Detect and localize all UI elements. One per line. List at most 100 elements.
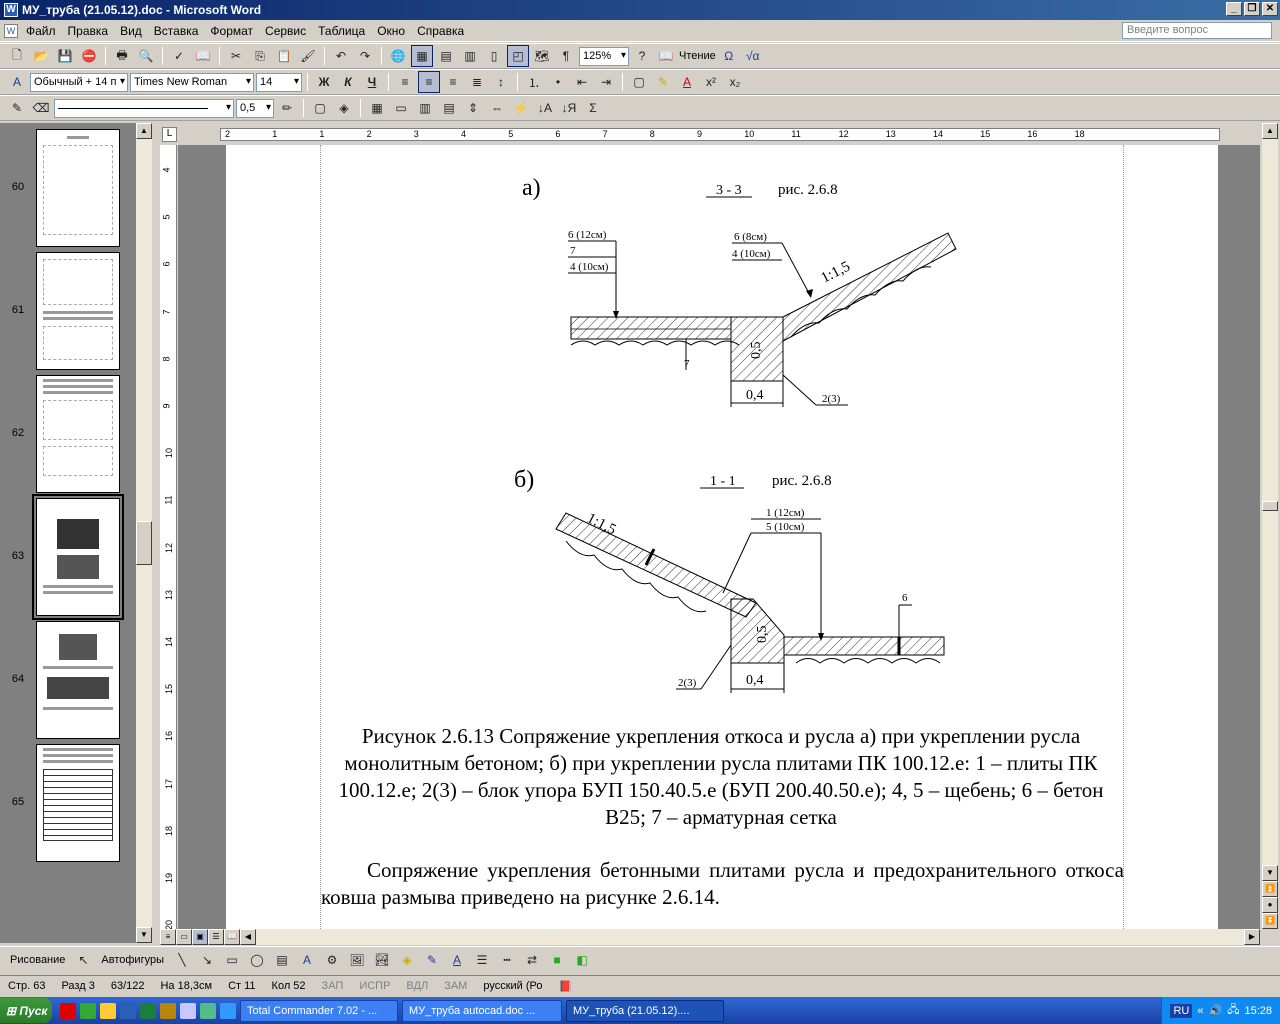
browse-object-icon[interactable]: ● xyxy=(1262,897,1278,913)
line-style-select[interactable] xyxy=(54,98,234,118)
app-green-icon[interactable] xyxy=(80,1002,96,1019)
autoformat-icon[interactable]: ⚡ xyxy=(510,97,532,119)
status-overtype[interactable]: ЗАМ xyxy=(436,980,475,992)
close-button[interactable]: ✕ xyxy=(1262,2,1278,16)
normal-view-icon[interactable]: ≡ xyxy=(160,929,176,945)
document-map-icon[interactable]: 🗺 xyxy=(531,45,553,67)
save-icon[interactable]: 💾 xyxy=(54,45,76,67)
align-cell-icon[interactable]: ▤ xyxy=(438,97,460,119)
line-width-select[interactable]: 0,5 xyxy=(236,98,274,118)
menu-file[interactable]: Файл xyxy=(20,24,62,38)
line-icon[interactable]: ╲ xyxy=(171,949,193,971)
spelling-icon[interactable]: ✓ xyxy=(168,45,190,67)
menu-insert[interactable]: Вставка xyxy=(148,24,205,38)
task-total-commander[interactable]: Total Commander 7.02 - ... xyxy=(240,999,398,1022)
folder-icon[interactable] xyxy=(100,1002,116,1019)
equation-icon[interactable]: √α xyxy=(742,45,764,67)
select-objects-icon[interactable]: ↖ xyxy=(72,949,94,971)
tables-borders-icon[interactable]: ▦ xyxy=(411,45,433,67)
next-page-icon[interactable]: ⏬ xyxy=(1262,913,1278,929)
page-thumbnail-selected[interactable] xyxy=(32,494,124,620)
italic-icon[interactable]: К xyxy=(337,71,359,93)
ask-question-input[interactable]: Введите вопрос xyxy=(1122,22,1272,39)
draw-table-icon[interactable]: ✎ xyxy=(6,97,28,119)
doc-scroll-up-icon[interactable]: ▲ xyxy=(1262,123,1278,139)
distribute-rows-icon[interactable]: ⇕ xyxy=(462,97,484,119)
notes-icon[interactable] xyxy=(200,1002,216,1019)
tray-network-icon[interactable]: 🖧 xyxy=(1227,1001,1239,1020)
keyboard-layout[interactable]: RU xyxy=(1170,1003,1193,1018)
line-style-icon[interactable]: ☰ xyxy=(471,949,493,971)
start-button[interactable]: ⊞ Пуск xyxy=(0,998,52,1023)
tray-app-icon[interactable]: 🔊 xyxy=(1209,1004,1223,1017)
subscript-icon[interactable]: x₂ xyxy=(724,71,746,93)
research-icon[interactable]: 📖 xyxy=(192,45,214,67)
read-icon[interactable]: 📖 xyxy=(655,45,677,67)
decrease-indent-icon[interactable]: ⇤ xyxy=(571,71,593,93)
page-thumbnail[interactable] xyxy=(36,375,120,493)
horizontal-ruler[interactable]: L 2 1 1 2 3 4 5 6 7 8 9 10 11 12 13 14 15 16 18 xyxy=(160,126,1260,143)
doc-scroll-down-icon[interactable]: ▼ xyxy=(1262,865,1278,881)
opera-icon[interactable] xyxy=(60,1002,76,1019)
copy-icon[interactable]: ⎘ xyxy=(249,45,271,67)
eraser-icon[interactable]: ⌫ xyxy=(30,97,52,119)
explorer-icon[interactable] xyxy=(220,1002,236,1019)
outside-border-icon[interactable]: ▢ xyxy=(309,97,331,119)
document-scrollbar[interactable]: ▲ ▼ ⏫ ● ⏬ xyxy=(1262,123,1278,929)
font-color-icon[interactable]: A xyxy=(676,71,698,93)
horizontal-scrollbar[interactable]: ≡ ▭ ▣ ☰ 📖 ◀ ▶ xyxy=(160,929,1260,945)
clipart-icon[interactable]: 🖼 xyxy=(346,949,368,971)
open-folder-icon[interactable]: 📂 xyxy=(30,45,52,67)
align-left-icon[interactable]: ≡ xyxy=(394,71,416,93)
undo-icon[interactable]: ↶ xyxy=(330,45,352,67)
columns-icon[interactable]: ▯ xyxy=(483,45,505,67)
print-preview-icon[interactable]: 🔍 xyxy=(135,45,157,67)
line-spacing-icon[interactable]: ↕ xyxy=(490,71,512,93)
bullets-icon[interactable]: • xyxy=(547,71,569,93)
spelling-status-icon[interactable]: 📕 xyxy=(551,980,581,993)
scroll-thumb[interactable] xyxy=(136,521,152,565)
scroll-left-icon[interactable]: ◀ xyxy=(240,929,256,945)
menu-edit[interactable]: Правка xyxy=(62,24,115,38)
page-thumbnail[interactable] xyxy=(36,252,120,370)
drawing-font-color-icon[interactable]: A xyxy=(446,949,468,971)
autoshapes-menu[interactable]: Автофигуры xyxy=(97,954,168,966)
scroll-right-icon[interactable]: ▶ xyxy=(1244,929,1260,945)
styles-icon[interactable]: A xyxy=(6,71,28,93)
drawing-icon[interactable]: ◰ xyxy=(507,45,529,67)
oval-icon[interactable]: ◯ xyxy=(246,949,268,971)
autosum-icon[interactable]: Σ xyxy=(582,97,604,119)
menu-view[interactable]: Вид xyxy=(114,24,148,38)
distribute-cols-icon[interactable]: ⇔ xyxy=(486,97,508,119)
dash-style-icon[interactable]: ┅ xyxy=(496,949,518,971)
menu-tools[interactable]: Сервис xyxy=(259,24,312,38)
menu-help[interactable]: Справка xyxy=(411,24,470,38)
underline-icon[interactable]: Ч xyxy=(361,71,383,93)
zoom-select[interactable]: 125% xyxy=(579,46,629,66)
permission-icon[interactable]: ⛔ xyxy=(78,45,100,67)
menu-format[interactable]: Формат xyxy=(204,24,259,38)
floppy-icon[interactable] xyxy=(180,1002,196,1019)
print-icon[interactable]: 🖶 xyxy=(111,45,133,67)
menu-table[interactable]: Таблица xyxy=(312,24,371,38)
calculator-icon[interactable] xyxy=(160,1002,176,1019)
picture-icon[interactable]: 🏞 xyxy=(371,949,393,971)
scroll-down-icon[interactable]: ▼ xyxy=(136,927,152,943)
arrow-style-icon[interactable]: ⇄ xyxy=(521,949,543,971)
status-extend[interactable]: ВДЛ xyxy=(398,980,436,992)
tab-selector-icon[interactable]: L xyxy=(162,127,177,142)
sort-asc-icon[interactable]: ↓A xyxy=(534,97,556,119)
thumbnail-scrollbar[interactable]: ▲ ▼ xyxy=(136,123,152,943)
insert-table-icon[interactable]: ▤ xyxy=(435,45,457,67)
help-icon[interactable]: ? xyxy=(631,45,653,67)
sort-desc-icon[interactable]: ↓Я xyxy=(558,97,580,119)
prev-page-icon[interactable]: ⏫ xyxy=(1262,881,1278,897)
omega-icon[interactable]: Ω xyxy=(718,45,740,67)
line-color-icon[interactable]: ✎ xyxy=(421,949,443,971)
highlight-icon[interactable]: ✎ xyxy=(652,71,674,93)
show-hide-icon[interactable]: ¶ xyxy=(555,45,577,67)
drawing-menu[interactable]: Рисование xyxy=(6,954,69,966)
read-button[interactable]: Чтение xyxy=(679,50,716,62)
status-track[interactable]: ИСПР xyxy=(351,980,398,992)
split-cells-icon[interactable]: ▥ xyxy=(414,97,436,119)
